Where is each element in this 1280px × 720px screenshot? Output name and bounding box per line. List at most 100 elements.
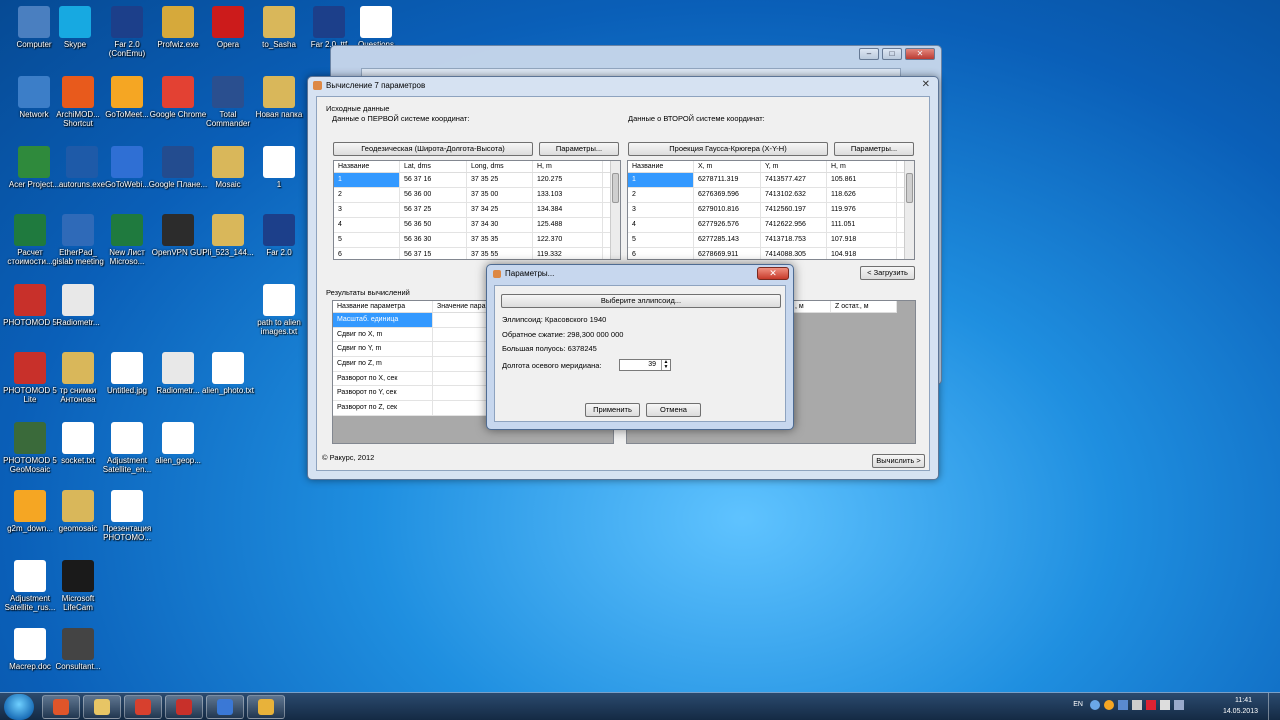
table-cell[interactable]: 118.626 bbox=[827, 188, 897, 202]
table-cell[interactable]: 6277926.576 bbox=[694, 218, 761, 232]
table-cell[interactable]: 5 bbox=[628, 233, 694, 247]
table-cell[interactable]: 120.275 bbox=[533, 173, 603, 187]
desktop-shortcut[interactable]: Consultant... bbox=[48, 628, 108, 671]
desktop-shortcut[interactable]: 1 bbox=[249, 146, 309, 189]
language-indicator[interactable]: EN bbox=[1073, 701, 1083, 708]
scrollbar-thumb[interactable] bbox=[612, 173, 619, 203]
table-cell[interactable]: 6 bbox=[334, 248, 400, 259]
table-cell[interactable]: 7413718.753 bbox=[761, 233, 827, 247]
parameter-name-cell[interactable]: Сдвиг по X, m bbox=[333, 327, 433, 342]
parameter-name-cell[interactable]: Разворот по X, сек bbox=[333, 371, 433, 386]
table-cell[interactable]: 56 36 00 bbox=[400, 188, 467, 202]
network-status-tray-icon[interactable] bbox=[1174, 700, 1184, 710]
table-row[interactable]: 4 56 36 50 37 34 30 125.488 bbox=[334, 218, 620, 233]
table-cell[interactable]: 6278669.911 bbox=[694, 248, 761, 259]
table-cell[interactable]: 37 35 35 bbox=[467, 233, 533, 247]
gotomeeting-tray-icon[interactable] bbox=[1104, 700, 1114, 710]
table-cell[interactable]: 56 37 25 bbox=[400, 203, 467, 217]
table-cell[interactable]: 122.370 bbox=[533, 233, 603, 247]
table-row[interactable]: 5 6277285.143 7413718.753 107.918 bbox=[628, 233, 914, 248]
table-row[interactable]: 3 56 37 25 37 34 25 134.384 bbox=[334, 203, 620, 218]
desktop-shortcut[interactable]: alien_geop... bbox=[148, 422, 208, 465]
table-cell[interactable]: 7412622.956 bbox=[761, 218, 827, 232]
minimize-icon[interactable]: – bbox=[859, 48, 879, 60]
taskbar-button[interactable] bbox=[206, 695, 244, 719]
start-button[interactable] bbox=[4, 694, 34, 720]
table-cell[interactable]: 6 bbox=[628, 248, 694, 259]
first-projection-button[interactable]: Геодезическая (Широта-Долгота-Высота) bbox=[333, 142, 533, 156]
maximize-icon[interactable]: □ bbox=[882, 48, 902, 60]
table-cell[interactable]: 6277285.143 bbox=[694, 233, 761, 247]
column-header[interactable]: Название параметра bbox=[333, 301, 433, 312]
column-header[interactable]: Long, dms bbox=[467, 161, 533, 172]
table-cell[interactable]: 7412560.197 bbox=[761, 203, 827, 217]
volume-tray-icon[interactable] bbox=[1160, 700, 1170, 710]
close-icon[interactable]: ✕ bbox=[905, 48, 935, 60]
cancel-button[interactable]: Отмена bbox=[646, 403, 701, 417]
desktop-shortcut[interactable]: path to alien images.txt bbox=[249, 284, 309, 336]
second-system-table[interactable]: Название X, m Y, m H, m 1 6278711.319 7413577.… bbox=[627, 160, 915, 260]
vertical-scrollbar[interactable] bbox=[904, 161, 914, 259]
desktop-shortcut[interactable]: Презентация PHOTOMO... bbox=[97, 490, 157, 542]
table-cell[interactable]: 3 bbox=[334, 203, 400, 217]
table-cell[interactable]: 125.488 bbox=[533, 218, 603, 232]
taskbar-button[interactable] bbox=[165, 695, 203, 719]
table-cell[interactable]: 37 34 25 bbox=[467, 203, 533, 217]
table-cell[interactable]: 56 36 50 bbox=[400, 218, 467, 232]
desktop-shortcut[interactable]: Skype bbox=[45, 6, 105, 49]
table-cell[interactable]: 1 bbox=[628, 173, 694, 187]
table-cell[interactable]: 3 bbox=[628, 203, 694, 217]
table-cell[interactable]: 104.918 bbox=[827, 248, 897, 259]
taskbar-button[interactable] bbox=[42, 695, 80, 719]
show-desktop-button[interactable] bbox=[1268, 693, 1280, 720]
table-cell[interactable]: 4 bbox=[628, 218, 694, 232]
column-header[interactable]: H, m bbox=[827, 161, 897, 172]
vertical-scrollbar[interactable] bbox=[610, 161, 620, 259]
column-header[interactable]: Lat, dms bbox=[400, 161, 467, 172]
table-cell[interactable]: 37 35 55 bbox=[467, 248, 533, 259]
column-header[interactable]: , м bbox=[791, 301, 831, 312]
alert-tray-icon[interactable] bbox=[1146, 700, 1156, 710]
desktop-shortcut[interactable]: Questions bbox=[346, 6, 406, 49]
table-cell[interactable]: 2 bbox=[334, 188, 400, 202]
table-cell[interactable]: 105.861 bbox=[827, 173, 897, 187]
table-cell[interactable]: 6276369.596 bbox=[694, 188, 761, 202]
table-row[interactable]: 1 6278711.319 7413577.427 105.861 bbox=[628, 173, 914, 188]
spin-arrows-icon[interactable]: ▲ ▼ bbox=[661, 360, 670, 370]
column-header[interactable]: H, m bbox=[533, 161, 603, 172]
table-cell[interactable]: 56 36 30 bbox=[400, 233, 467, 247]
table-cell[interactable]: 37 35 25 bbox=[467, 173, 533, 187]
parameter-name-cell[interactable]: Сдвиг по Y, m bbox=[333, 342, 433, 357]
table-cell[interactable]: 119.332 bbox=[533, 248, 603, 259]
clock-date[interactable]: 14.05.2013 bbox=[1223, 708, 1258, 715]
table-cell[interactable]: 37 34 30 bbox=[467, 218, 533, 232]
column-header[interactable]: Название bbox=[334, 161, 400, 172]
meridian-spinbox[interactable]: 39 ▲ ▼ bbox=[619, 359, 671, 371]
column-header[interactable]: Z остат., м bbox=[831, 301, 897, 312]
table-cell[interactable]: 4 bbox=[334, 218, 400, 232]
scrollbar-thumb[interactable] bbox=[906, 173, 913, 203]
table-row[interactable]: 2 56 36 00 37 35 00 133.103 bbox=[334, 188, 620, 203]
apply-button[interactable]: Применить bbox=[585, 403, 640, 417]
table-cell[interactable]: 107.918 bbox=[827, 233, 897, 247]
table-row[interactable]: 6 6278669.911 7414088.305 104.918 bbox=[628, 248, 914, 259]
first-system-table[interactable]: Название Lat, dms Long, dms H, m 1 56 37 16 37… bbox=[333, 160, 621, 260]
table-row[interactable]: 6 56 37 15 37 35 55 119.332 bbox=[334, 248, 620, 259]
parameter-name-cell[interactable]: Масштаб. единица bbox=[333, 313, 433, 327]
taskbar-button[interactable] bbox=[83, 695, 121, 719]
taskbar-button[interactable] bbox=[247, 695, 285, 719]
desktop-shortcut[interactable]: alien_photo.txt bbox=[198, 352, 258, 395]
network-tray-icon[interactable] bbox=[1090, 700, 1100, 710]
choose-ellipsoid-button[interactable]: Выберите эллипсоид... bbox=[501, 294, 781, 308]
column-header[interactable]: Y, m bbox=[761, 161, 827, 172]
parameter-name-cell[interactable]: Сдвиг по Z, m bbox=[333, 357, 433, 371]
parameter-name-cell[interactable]: Разворот по Y, сек bbox=[333, 386, 433, 401]
close-icon[interactable]: ✕ bbox=[757, 267, 789, 280]
second-projection-button[interactable]: Проекция Гаусса-Крюгера (X-Y-H) bbox=[628, 142, 828, 156]
desktop-shortcut[interactable]: Radiometr... bbox=[48, 284, 108, 327]
first-params-button[interactable]: Параметры... bbox=[539, 142, 619, 156]
compute-button[interactable]: Вычислить > bbox=[872, 454, 925, 468]
column-header[interactable]: Название bbox=[628, 161, 694, 172]
table-cell[interactable]: 7413102.632 bbox=[761, 188, 827, 202]
table-cell[interactable]: 111.051 bbox=[827, 218, 897, 232]
